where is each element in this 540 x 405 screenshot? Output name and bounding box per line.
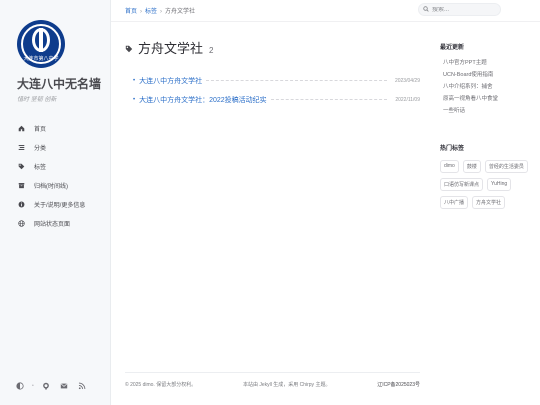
- tag-chip[interactable]: YuHing: [487, 178, 512, 191]
- home-icon: [16, 125, 26, 132]
- tag-chip[interactable]: dimo: [440, 160, 459, 173]
- tag-chip[interactable]: 方舟文学社: [472, 196, 506, 209]
- site-title[interactable]: 大连八中无名墙: [17, 75, 101, 92]
- page-heading: 方舟文学社 2: [125, 38, 420, 57]
- site-subtitle: 惜时 坚韧 创新: [17, 97, 57, 103]
- footer: © 2025 dimo. 保留大部分权利。 本站由 Jekyll 生成，采用 C…: [125, 372, 420, 388]
- breadcrumb-current: 方舟文学社: [165, 9, 196, 15]
- recent-updates-heading: 最近更新: [440, 45, 465, 51]
- sidebar-item-label: 标签: [34, 165, 47, 171]
- recent-updates-panel: 最近更新 八中官方PPT主题 UCN-Board使用指南 八中介绍系列：捕舍 原…: [440, 42, 532, 117]
- recent-update-link[interactable]: 一些听话: [443, 105, 532, 117]
- search-icon: [423, 5, 429, 14]
- theme-toggle-icon[interactable]: [14, 380, 26, 392]
- breadcrumb-tags[interactable]: 标签: [145, 9, 157, 15]
- main-content: 方舟文学社 2 • 大连八中方舟文学社 2023/04/29 • 大连八中方舟文…: [125, 38, 420, 109]
- recent-update-link[interactable]: UCN-Board使用指南: [443, 69, 532, 81]
- post-count: 2: [209, 46, 214, 55]
- bullet-icon: •: [133, 77, 136, 84]
- breadcrumb-separator: ›: [140, 9, 143, 15]
- sidebar-item-status[interactable]: 网站状态页面: [0, 214, 111, 233]
- post-link[interactable]: 大连八中方舟文学社: [139, 76, 202, 86]
- sidebar-item-label: 首页: [34, 127, 47, 133]
- trending-tags-heading: 热门标签: [440, 146, 465, 152]
- globe-icon: [16, 220, 26, 227]
- breadcrumb-home[interactable]: 首页: [125, 9, 137, 15]
- trending-tags-panel: 热门标签 dimo 鼓楼 曾经的生活委员 口语仿写新课点 YuHing 八中广播…: [440, 143, 532, 214]
- post-date: 2022/11/09: [395, 96, 420, 103]
- sidebar-item-label: 归档(时间线): [34, 184, 68, 190]
- sidebar-nav: 首页 分类 标签 归档(时间线) 关于/说明/更多信息 网站状态页面: [0, 119, 111, 233]
- sidebar-item-categories[interactable]: 分类: [0, 138, 111, 157]
- tag-chip[interactable]: 曾经的生活委员: [484, 160, 528, 173]
- github-icon[interactable]: [40, 380, 52, 392]
- tags-icon: [16, 163, 26, 170]
- sidebar-item-label: 分类: [34, 146, 47, 152]
- topbar: 首页 › 标签 › 方舟文学社: [111, 0, 540, 22]
- archive-icon: [16, 182, 26, 189]
- tag-chip[interactable]: 口语仿写新课点: [440, 178, 484, 191]
- sidebar-item-label: 关于/说明/更多信息: [34, 203, 86, 209]
- tag-icon: [125, 45, 133, 55]
- dotted-leader: [206, 80, 387, 81]
- search-box[interactable]: [418, 3, 501, 16]
- search-input[interactable]: [432, 6, 492, 13]
- sidebar: 大连市第八中学 大连八中无名墙 惜时 坚韧 创新 首页 分类 标签 归档(时间线…: [0, 0, 111, 405]
- school-logo-bar: [39, 28, 43, 52]
- breadcrumb: 首页 › 标签 › 方舟文学社: [125, 6, 195, 15]
- sidebar-item-about[interactable]: 关于/说明/更多信息: [0, 195, 111, 214]
- recent-update-link[interactable]: 八中介绍系列：捕舍: [443, 81, 532, 93]
- sidebar-item-tags[interactable]: 标签: [0, 157, 111, 176]
- avatar-text: 大连市第八中学: [23, 56, 59, 62]
- post-list: • 大连八中方舟文学社 2023/04/29 • 大连八中方舟文学社：2022投…: [125, 71, 420, 109]
- page-title: 方舟文学社: [138, 41, 204, 56]
- sidebar-bottom: •: [14, 380, 94, 392]
- tag-chip[interactable]: 八中广播: [440, 196, 469, 209]
- email-icon[interactable]: [58, 380, 70, 392]
- sidebar-item-home[interactable]: 首页: [0, 119, 111, 138]
- list-item: • 大连八中方舟文学社：2022投稿活动纪实 2022/11/09: [125, 90, 420, 109]
- dotted-leader: [270, 99, 387, 100]
- breadcrumb-separator: ›: [160, 9, 163, 15]
- sidebar-item-label: 网站状态页面: [34, 222, 71, 228]
- footer-powered-by: 本站由 Jekyll 生成，采用 Chirpy 主题。: [242, 382, 331, 388]
- post-link[interactable]: 大连八中方舟文学社：2022投稿活动纪实: [139, 95, 267, 105]
- avatar[interactable]: 大连市第八中学: [17, 20, 65, 68]
- info-icon: [16, 201, 26, 208]
- separator-dot: •: [32, 383, 34, 389]
- recent-update-link[interactable]: 八中官方PPT主题: [443, 57, 532, 69]
- footer-icp-link[interactable]: 辽ICP备2025023号: [377, 381, 420, 388]
- sidebar-item-archives[interactable]: 归档(时间线): [0, 176, 111, 195]
- stream-icon: [16, 144, 26, 151]
- footer-copyright: © 2025 dimo. 保留大部分权利。: [125, 382, 197, 388]
- recent-update-link[interactable]: 原高一视角看八中食堂: [443, 93, 532, 105]
- post-date: 2023/04/29: [394, 77, 420, 84]
- tag-cloud: dimo 鼓楼 曾经的生活委员 口语仿写新课点 YuHing 八中广播 方舟文学…: [440, 160, 532, 214]
- list-item: • 大连八中方舟文学社 2023/04/29: [125, 71, 420, 90]
- bullet-icon: •: [133, 96, 136, 103]
- rss-icon[interactable]: [76, 380, 88, 392]
- tag-chip[interactable]: 鼓楼: [462, 160, 481, 173]
